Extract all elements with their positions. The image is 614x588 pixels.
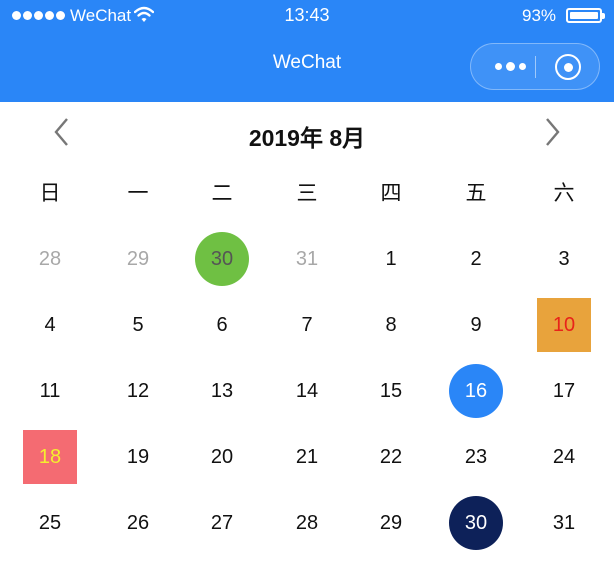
calendar-day-highlighted[interactable]: 30 [195, 232, 249, 286]
calendar-day[interactable]: 20 [195, 430, 249, 484]
weekday-label: 六 [553, 182, 575, 205]
calendar-day[interactable]: 5 [111, 298, 165, 352]
status-bar: WeChat 13:43 93% [0, 0, 614, 32]
calendar-day[interactable]: 7 [280, 298, 334, 352]
mini-program-capsule [470, 43, 600, 90]
calendar-day[interactable]: 6 [195, 298, 249, 352]
calendar-day[interactable]: 2 [449, 232, 503, 286]
weekday-label: 五 [465, 182, 487, 205]
capsule-divider [535, 56, 536, 78]
calendar-day[interactable]: 25 [23, 496, 77, 550]
calendar-day[interactable]: 19 [111, 430, 165, 484]
weekday-label: 日 [39, 182, 61, 205]
calendar-day[interactable]: 31 [537, 496, 591, 550]
weekday-label: 二 [211, 182, 233, 205]
calendar-day[interactable]: 29 [364, 496, 418, 550]
calendar-day[interactable]: 11 [23, 364, 77, 418]
calendar-day[interactable]: 29 [111, 232, 165, 286]
calendar-day-highlighted[interactable]: 30 [449, 496, 503, 550]
month-navigation: 2019年 8月 [0, 102, 614, 162]
calendar-day[interactable]: 12 [111, 364, 165, 418]
weekday-label: 四 [380, 182, 402, 205]
app-header: WeChat 13:43 93% WeChat [0, 0, 614, 102]
calendar-day[interactable]: 31 [280, 232, 334, 286]
weekday-label: 三 [296, 182, 318, 205]
calendar-day[interactable]: 13 [195, 364, 249, 418]
calendar-day[interactable]: 9 [449, 298, 503, 352]
calendar-day[interactable]: 28 [280, 496, 334, 550]
calendar-day[interactable]: 27 [195, 496, 249, 550]
calendar-day[interactable]: 8 [364, 298, 418, 352]
calendar-day[interactable]: 4 [23, 298, 77, 352]
battery-icon [566, 8, 605, 23]
calendar-day[interactable]: 3 [537, 232, 591, 286]
battery-percent: 93% [522, 6, 557, 25]
close-circle-icon[interactable] [555, 54, 581, 80]
weekday-header-row: 日一二三四五六 [0, 174, 614, 214]
calendar-day[interactable]: 24 [537, 430, 591, 484]
calendar-day[interactable]: 14 [280, 364, 334, 418]
calendar-day[interactable]: 23 [449, 430, 503, 484]
chevron-right-icon[interactable] [534, 114, 570, 150]
calendar-day[interactable]: 26 [111, 496, 165, 550]
weekday-label: 一 [127, 182, 149, 205]
calendar-day[interactable]: 1 [364, 232, 418, 286]
calendar-day-highlighted[interactable]: 18 [23, 430, 77, 484]
calendar-day[interactable]: 28 [23, 232, 77, 286]
month-title: 2019年 8月 [248, 125, 366, 151]
calendar-day[interactable]: 22 [364, 430, 418, 484]
calendar-day-highlighted[interactable]: 16 [449, 364, 503, 418]
calendar-day-highlighted[interactable]: 10 [537, 298, 591, 352]
calendar-day[interactable]: 15 [364, 364, 418, 418]
calendar-day[interactable]: 21 [280, 430, 334, 484]
calendar-day[interactable]: 17 [537, 364, 591, 418]
more-dots-icon[interactable] [485, 44, 535, 89]
